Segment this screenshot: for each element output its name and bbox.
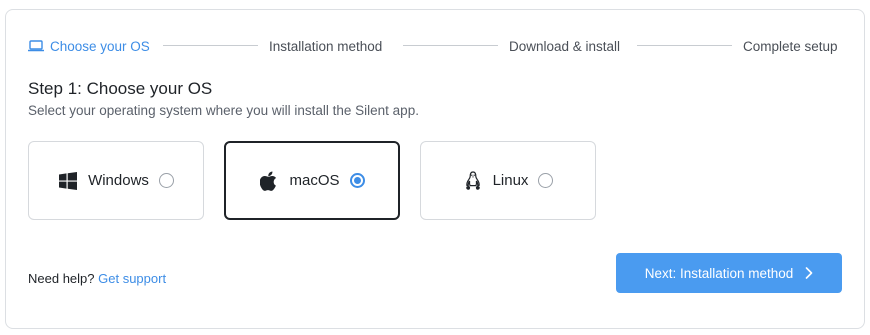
next-button[interactable]: Next: Installation method [616, 253, 842, 293]
help-prefix: Need help? [28, 271, 95, 286]
stepper: Choose your OS Installation method Downl… [6, 10, 864, 80]
step-complete-setup[interactable]: Complete setup [743, 37, 838, 55]
windows-icon [58, 171, 78, 191]
os-radio-macos[interactable] [349, 173, 365, 188]
chevron-right-icon [805, 267, 813, 279]
installer-card: Choose your OS Installation method Downl… [5, 9, 865, 329]
os-option-linux[interactable]: Linux [420, 141, 596, 220]
step-connector [163, 45, 258, 46]
laptop-icon [28, 39, 44, 53]
os-option-macos[interactable]: macOS [224, 141, 400, 220]
help-text: Need help? Get support [28, 271, 166, 286]
os-option-windows[interactable]: Windows [28, 141, 204, 220]
page-subtitle: Select your operating system where you w… [28, 103, 419, 118]
step-connector [637, 45, 732, 46]
linux-tux-icon [463, 170, 483, 191]
step-download-install[interactable]: Download & install [509, 37, 620, 55]
step-installation-method[interactable]: Installation method [269, 37, 382, 55]
step-choose-os[interactable]: Choose your OS [28, 37, 150, 55]
step-label: Installation method [269, 38, 383, 54]
os-option-label: Windows [88, 172, 149, 189]
os-option-label: macOS [289, 172, 340, 189]
os-radio-linux[interactable] [538, 173, 554, 188]
os-radio-windows[interactable] [158, 173, 174, 188]
os-option-label: Linux [492, 172, 529, 189]
next-button-label: Next: Installation method [644, 265, 794, 281]
radio-dot [353, 177, 361, 184]
step-label: Complete setup [743, 38, 838, 54]
step-connector [403, 45, 498, 46]
step-label: Choose your OS [50, 38, 150, 54]
get-support-link[interactable]: Get support [98, 271, 166, 286]
page-title: Step 1: Choose your OS [28, 79, 213, 98]
step-label: Download & install [509, 38, 621, 54]
apple-icon [259, 171, 279, 191]
